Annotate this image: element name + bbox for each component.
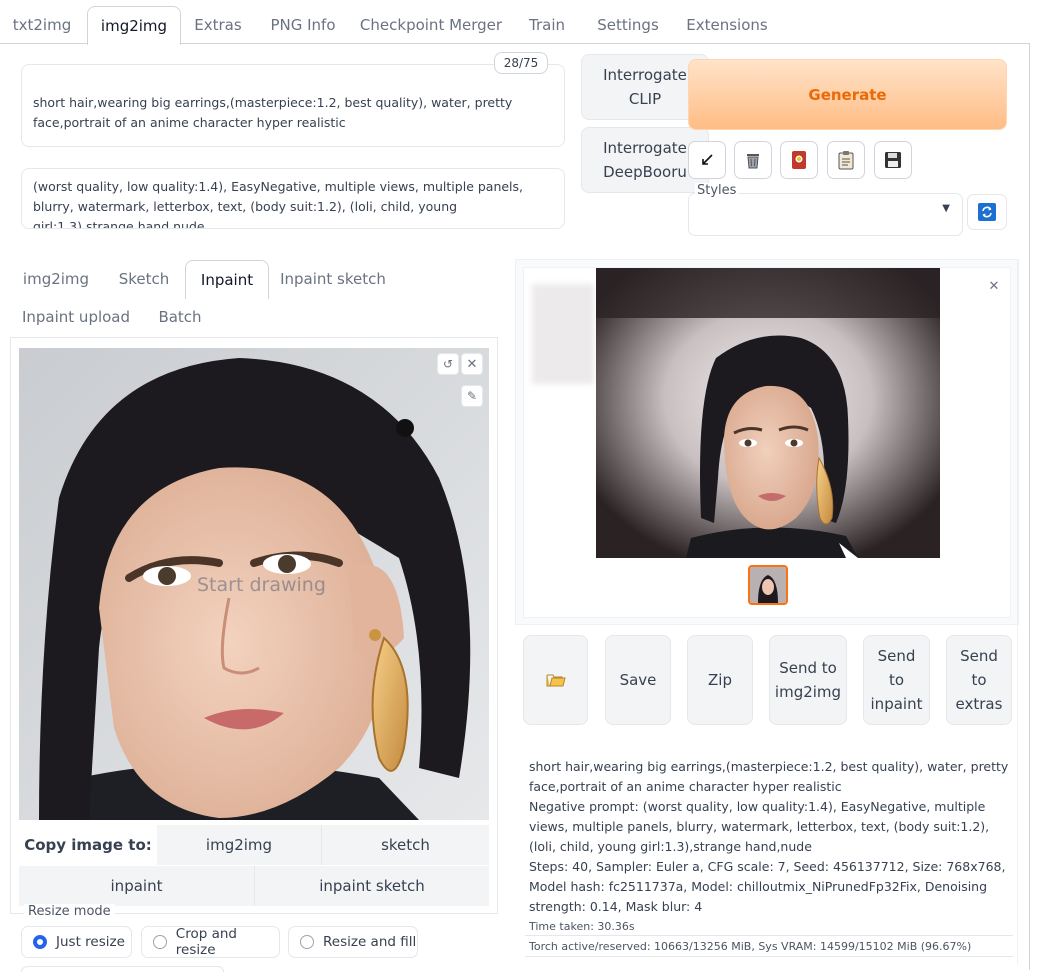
subtab-inpaint[interactable]: Inpaint — [185, 260, 269, 299]
info-negative-prompt: Negative prompt: (worst quality, low qua… — [529, 799, 990, 854]
info-params: Steps: 40, Sampler: Euler a, CFG scale: … — [529, 859, 1006, 914]
clipboard-button[interactable] — [827, 141, 865, 179]
radio-icon — [153, 935, 167, 949]
info-time-taken: Time taken: 30.36s — [529, 920, 635, 933]
tab-txt2img[interactable]: txt2img — [4, 6, 80, 44]
subtab-batch[interactable]: Batch — [151, 298, 209, 336]
output-image[interactable] — [596, 268, 940, 558]
prompt-textarea[interactable]: short hair,wearing big earrings,(masterp… — [21, 64, 565, 147]
save-icon — [885, 152, 901, 168]
resize-mode-label: Resize mode — [24, 904, 115, 919]
copy-to-inpaint-button[interactable]: inpaint — [19, 866, 254, 906]
generation-info: short hair,wearing big earrings,(masterp… — [529, 757, 1009, 957]
tab-checkpoint-merger[interactable]: Checkpoint Merger — [358, 6, 504, 44]
radio-label: Crop and resize — [175, 926, 237, 958]
subtab-sketch[interactable]: Sketch — [112, 260, 176, 298]
refresh-styles-button[interactable] — [967, 194, 1007, 230]
output-portrait — [596, 268, 940, 558]
tab-train[interactable]: Train — [518, 6, 576, 44]
tab-extras[interactable]: Extras — [188, 6, 248, 44]
tab-settings[interactable]: Settings — [590, 6, 666, 44]
copy-to-sketch-button[interactable]: sketch — [321, 825, 489, 865]
tab-img2img[interactable]: img2img — [87, 6, 181, 45]
generate-button[interactable]: Generate — [688, 59, 1007, 130]
send-to-inpaint-button[interactable]: Send to inpaint — [863, 635, 930, 725]
trash-button[interactable] — [734, 141, 772, 179]
gallery-thumbnail[interactable] — [748, 565, 788, 605]
info-divider — [525, 935, 1013, 936]
close-output-button[interactable]: ✕ — [986, 278, 1002, 294]
undo-icon: ↺ — [442, 357, 454, 371]
canvas-placeholder: Start drawing — [197, 574, 326, 596]
thumbnail-image — [750, 567, 786, 603]
radio-label: Just resize — [56, 934, 125, 950]
trash-icon — [747, 154, 759, 169]
info-prompt: short hair,wearing big earrings,(masterp… — [529, 759, 1009, 794]
brush-icon: ✎ — [466, 389, 478, 403]
output-gallery: ✕ — [523, 267, 1011, 618]
close-icon: ✕ — [466, 356, 478, 372]
next-field-edge — [21, 966, 224, 972]
copy-to-img2img-button[interactable]: img2img — [157, 825, 321, 865]
copy-image-label: Copy image to: — [19, 825, 157, 865]
zip-button[interactable]: Zip — [687, 635, 753, 725]
radio-selected-icon — [33, 935, 47, 949]
output-panel-border — [1017, 259, 1018, 964]
blurred-preview — [532, 284, 594, 384]
resize-crop-and-resize-option[interactable]: Crop and resize — [141, 926, 280, 958]
save-button[interactable]: Save — [605, 635, 671, 725]
info-vram: Torch active/reserved: 10663/13256 MiB, … — [529, 940, 972, 953]
subtab-inpaint-sketch[interactable]: Inpaint sketch — [278, 260, 388, 298]
send-to-extras-button[interactable]: Send to extras — [946, 635, 1012, 725]
undo-button[interactable]: ↺ — [437, 353, 459, 375]
chevron-down-icon: ▼ — [942, 203, 950, 214]
panel-right-border — [1029, 43, 1030, 970]
folder-icon — [546, 674, 566, 687]
styles-label: Styles — [695, 183, 739, 198]
token-counter: 28/75 — [494, 52, 548, 74]
clear-canvas-button[interactable]: ✕ — [461, 353, 483, 375]
subtab-inpaint-upload[interactable]: Inpaint upload — [18, 298, 134, 336]
close-icon: ✕ — [988, 278, 1000, 294]
inpaint-canvas[interactable]: Start drawing ↺ ✕ ✎ — [19, 348, 489, 820]
info-divider-bottom — [525, 956, 1013, 957]
brush-button[interactable]: ✎ — [461, 385, 483, 407]
top-tabs: txt2img img2img Extras PNG Info Checkpoi… — [0, 0, 1042, 45]
open-folder-button[interactable] — [523, 635, 588, 725]
save-style-button[interactable] — [874, 141, 912, 179]
radio-label: Resize and fill — [323, 934, 417, 950]
card-button[interactable] — [780, 141, 818, 179]
subtab-img2img[interactable]: img2img — [18, 260, 94, 298]
copy-to-inpaint-sketch-button[interactable]: inpaint sketch — [254, 866, 489, 906]
clipboard-icon — [838, 151, 854, 170]
styles-dropdown[interactable]: ▼ — [688, 193, 963, 236]
send-to-img2img-button[interactable]: Send to img2img — [769, 635, 847, 725]
arrow-diagonal-icon — [702, 154, 713, 165]
refresh-icon — [978, 203, 996, 221]
card-icon — [792, 151, 806, 169]
arrow-diagonal-button[interactable] — [688, 141, 726, 179]
resize-just-resize-option[interactable]: Just resize — [21, 926, 132, 958]
resize-and-fill-option[interactable]: Resize and fill — [288, 926, 418, 958]
radio-icon — [300, 935, 314, 949]
tab-png-info[interactable]: PNG Info — [262, 6, 344, 44]
negative-prompt-textarea[interactable]: (worst quality, low quality:1.4), EasyNe… — [21, 168, 565, 229]
tab-extensions[interactable]: Extensions — [680, 6, 774, 44]
